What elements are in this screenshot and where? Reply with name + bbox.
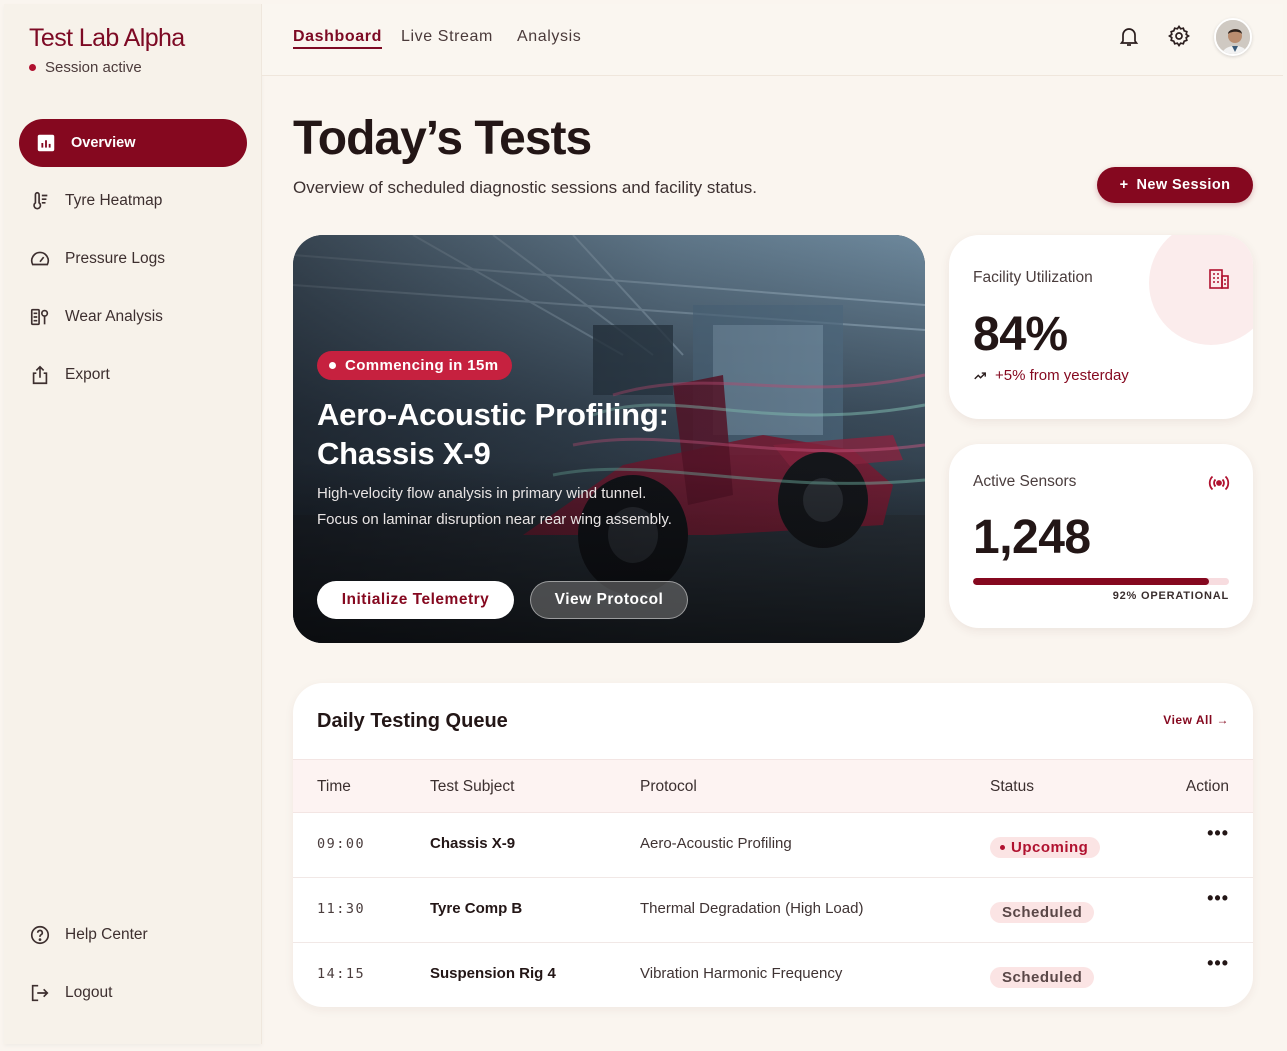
view-protocol-button[interactable]: View Protocol: [530, 581, 688, 619]
active-sensors-card: Active Sensors 1,248 92% OPERATIONAL: [949, 444, 1253, 628]
sidebar-item-overview[interactable]: Overview: [19, 119, 247, 167]
sidebar-item-help-center[interactable]: Help Center: [19, 911, 247, 959]
sensors-label: Active Sensors: [973, 473, 1077, 490]
status-label: Upcoming: [1011, 839, 1089, 856]
table-row[interactable]: 11:30 Tyre Comp B Thermal Degradation (H…: [293, 878, 1253, 943]
tab-live-stream[interactable]: Live Stream: [401, 28, 493, 46]
column-header-status: Status: [990, 778, 1034, 795]
avatar-image: [1216, 20, 1250, 54]
chart-icon: [37, 134, 55, 152]
plus-icon: +: [1119, 177, 1129, 193]
sensor-signal-icon: [1208, 475, 1230, 491]
more-actions-icon[interactable]: •••: [1207, 953, 1229, 974]
brand-title: Test Lab Alpha: [29, 24, 185, 52]
column-header-protocol: Protocol: [640, 778, 697, 795]
tab-analysis[interactable]: Analysis: [517, 28, 581, 46]
row-time: 11:30: [317, 901, 366, 917]
gauge-icon: [30, 251, 50, 266]
badge-dot: [329, 362, 336, 369]
avatar[interactable]: [1214, 18, 1252, 56]
row-subject: Tyre Comp B: [430, 900, 523, 917]
bell-icon[interactable]: [1117, 24, 1141, 48]
hero-description: High-velocity flow analysis in primary w…: [317, 485, 672, 528]
session-status: Session active: [29, 59, 142, 76]
utilization-value: 84%: [973, 308, 1068, 361]
status-dot: [29, 64, 36, 71]
help-icon: [30, 925, 50, 945]
operational-progress-fill: [973, 578, 1209, 585]
sidebar-item-export[interactable]: Export: [19, 351, 247, 399]
thermometer-icon: [33, 191, 48, 210]
utilization-label: Facility Utilization: [973, 269, 1093, 286]
more-actions-icon[interactable]: •••: [1207, 888, 1229, 909]
sidebar-item-label: Wear Analysis: [65, 308, 163, 325]
new-session-button[interactable]: + New Session: [1097, 167, 1253, 203]
badge-label: Commencing in 15m: [345, 357, 499, 374]
new-session-label: New Session: [1136, 177, 1231, 193]
row-protocol: Vibration Harmonic Frequency: [640, 965, 843, 982]
table-row[interactable]: 09:00 Chassis X-9 Aero-Acoustic Profilin…: [293, 813, 1253, 878]
testing-queue-card: Daily Testing Queue View All → Time Test…: [293, 683, 1253, 1007]
page-subtitle: Overview of scheduled diagnostic session…: [293, 178, 757, 197]
tab-dashboard[interactable]: Dashboard: [293, 28, 382, 49]
sidebar-item-label: Tyre Heatmap: [65, 192, 163, 209]
table-row[interactable]: 14:15 Suspension Rig 4 Vibration Harmoni…: [293, 943, 1253, 1007]
logout-icon: [31, 984, 49, 1002]
queue-title: Daily Testing Queue: [317, 710, 508, 732]
more-actions-icon[interactable]: •••: [1207, 823, 1229, 844]
sidebar-item-logout[interactable]: Logout: [19, 969, 247, 1017]
row-subject: Suspension Rig 4: [430, 965, 556, 982]
sidebar-item-label: Overview: [71, 135, 136, 151]
status-label: Scheduled: [1002, 904, 1083, 921]
page-title: Today’s Tests: [293, 112, 592, 165]
wear-icon: [30, 308, 49, 326]
row-subject: Chassis X-9: [430, 835, 516, 852]
arrow-right-icon: →: [1216, 713, 1229, 727]
row-protocol: Aero-Acoustic Profiling: [640, 835, 792, 852]
sidebar-item-pressure-logs[interactable]: Pressure Logs: [19, 235, 247, 283]
session-status-label: Session active: [45, 59, 142, 76]
sidebar-item-label: Pressure Logs: [65, 250, 165, 267]
view-all-label: View All: [1163, 713, 1213, 727]
commencing-badge: Commencing in 15m: [317, 351, 512, 380]
status-label: Scheduled: [1002, 969, 1083, 986]
utilization-trend: +5% from yesterday: [973, 367, 1129, 384]
row-protocol: Thermal Degradation (High Load): [640, 900, 864, 917]
status-badge: Scheduled: [990, 902, 1095, 923]
table-header: Time Test Subject Protocol Status Action: [293, 759, 1253, 813]
sensors-value: 1,248: [973, 511, 1091, 564]
sidebar-item-wear-analysis[interactable]: Wear Analysis: [19, 293, 247, 341]
initialize-telemetry-button[interactable]: Initialize Telemetry: [317, 581, 514, 619]
export-icon: [32, 365, 48, 385]
sidebar-item-label: Logout: [65, 984, 113, 1001]
status-badge: Upcoming: [990, 837, 1101, 858]
facility-utilization-card: Facility Utilization 84% +5% from yester…: [949, 235, 1253, 419]
trending-up-icon: [974, 371, 986, 379]
operational-label: 92% OPERATIONAL: [1112, 590, 1229, 602]
sidebar-item-label: Help Center: [65, 926, 148, 943]
column-header-test-subject: Test Subject: [430, 778, 515, 795]
view-all-link[interactable]: View All →: [1163, 713, 1229, 727]
column-header-time: Time: [317, 778, 351, 795]
status-dot: [1000, 845, 1005, 850]
row-time: 14:15: [317, 966, 366, 982]
sidebar: Test Lab Alpha Session active Overview T…: [4, 4, 262, 1044]
sidebar-item-tyre-heatmap[interactable]: Tyre Heatmap: [19, 177, 247, 225]
row-time: 09:00: [317, 836, 366, 852]
hero-title: Aero-Acoustic Profiling: Chassis X-9: [317, 397, 669, 471]
status-badge: Scheduled: [990, 967, 1095, 988]
hero-card: Commencing in 15m Aero-Acoustic Profilin…: [293, 235, 925, 643]
building-icon: [1209, 269, 1229, 289]
utilization-trend-label: +5% from yesterday: [995, 367, 1129, 384]
operational-progress: [973, 578, 1229, 585]
decorative-circle: [1149, 235, 1253, 345]
sidebar-item-label: Export: [65, 366, 110, 383]
top-bar: Dashboard Live Stream Analysis: [262, 4, 1283, 76]
column-header-action: Action: [1185, 778, 1229, 795]
gear-icon[interactable]: [1167, 24, 1191, 48]
